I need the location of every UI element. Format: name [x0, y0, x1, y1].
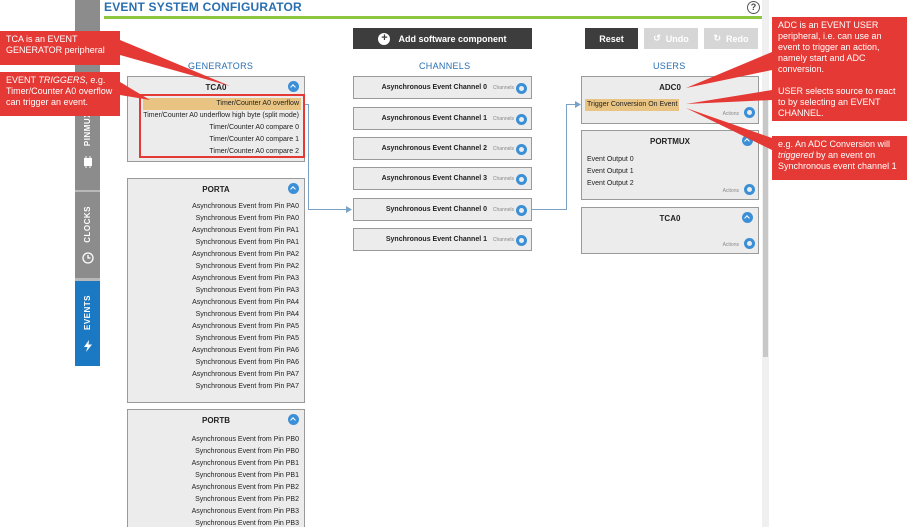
callout-user: USER selects source to react to by selec… — [772, 83, 907, 121]
callout-example-italic: triggered — [778, 150, 814, 160]
callout-triggers-prefix: EVENT — [6, 75, 39, 85]
callout-adc: ADC is an EVENT USER peripheral, i.e. ca… — [772, 17, 907, 83]
callout-example-prefix: e.g. An ADC Conversion will — [778, 139, 891, 149]
callout-pointers — [120, 40, 772, 150]
callout-example: e.g. An ADC Conversion will triggered by… — [772, 136, 907, 180]
callout-triggers-italic: TRIGGERS — [38, 75, 86, 85]
callout-triggers: EVENT TRIGGERS, e.g. Timer/Counter A0 ov… — [0, 72, 120, 116]
callout-tca: TCA is an EVENT GENERATOR peripheral — [0, 31, 120, 65]
